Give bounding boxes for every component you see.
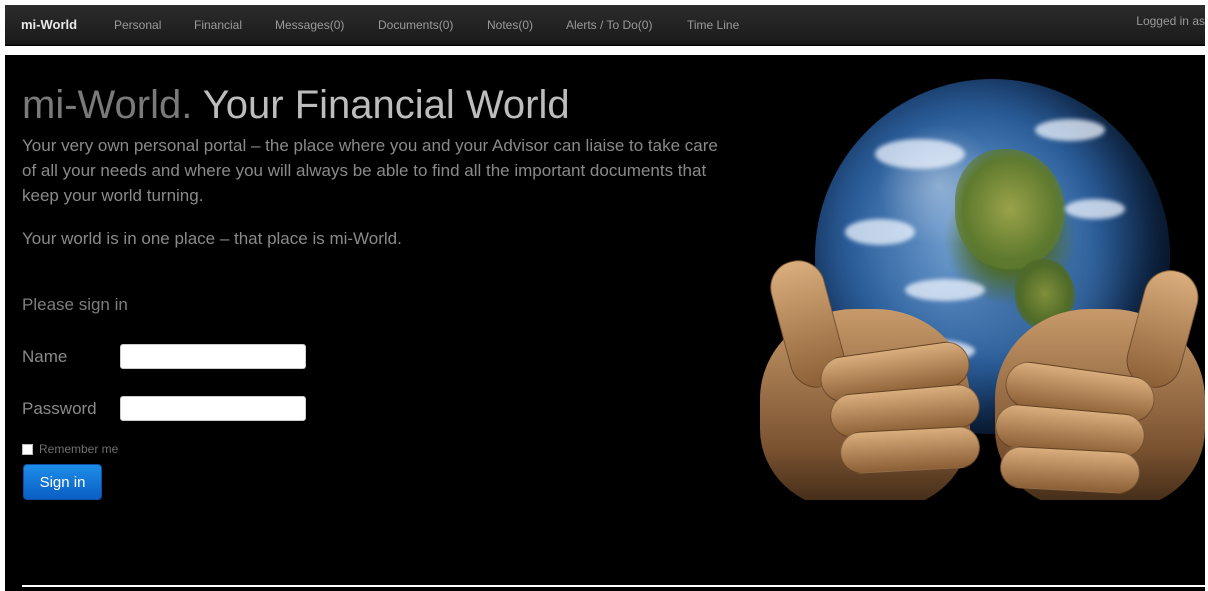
nav-notes[interactable]: Notes(0) — [487, 18, 533, 32]
name-field[interactable] — [120, 344, 306, 369]
nav-alerts[interactable]: Alerts / To Do(0) — [566, 18, 652, 32]
page-frame: mi-World Personal Financial Messages(0) … — [5, 5, 1205, 591]
intro-paragraph: Your very own personal portal – the plac… — [22, 136, 718, 205]
nav-timeline[interactable]: Time Line — [687, 18, 739, 32]
tagline-paragraph: Your world is in one place – that place … — [22, 229, 402, 248]
name-label: Name — [22, 347, 68, 366]
page-title: mi-World. Your Financial World — [22, 81, 570, 129]
footer-divider — [22, 585, 1205, 587]
remember-me-checkbox[interactable] — [22, 443, 33, 455]
password-field[interactable] — [120, 396, 306, 421]
signin-heading: Please sign in — [22, 295, 128, 314]
nav-documents[interactable]: Documents(0) — [378, 18, 453, 32]
nav-messages[interactable]: Messages(0) — [275, 18, 344, 32]
remember-me-label[interactable]: Remember me — [39, 442, 118, 456]
top-navbar: mi-World Personal Financial Messages(0) … — [5, 5, 1205, 45]
title-tagline: Your Financial World — [202, 83, 570, 127]
password-label: Password — [22, 399, 97, 418]
navbar-divider — [5, 46, 1205, 55]
brand-link[interactable]: mi-World — [21, 17, 77, 32]
logged-in-status: Logged in as — [1136, 14, 1205, 28]
title-brand: mi-World. — [22, 83, 193, 127]
nav-financial[interactable]: Financial — [194, 18, 242, 32]
globe-in-hands-image — [760, 79, 1205, 500]
remember-me-row: Remember me — [22, 442, 118, 456]
nav-personal[interactable]: Personal — [114, 18, 161, 32]
sign-in-button[interactable]: Sign in — [23, 464, 102, 500]
